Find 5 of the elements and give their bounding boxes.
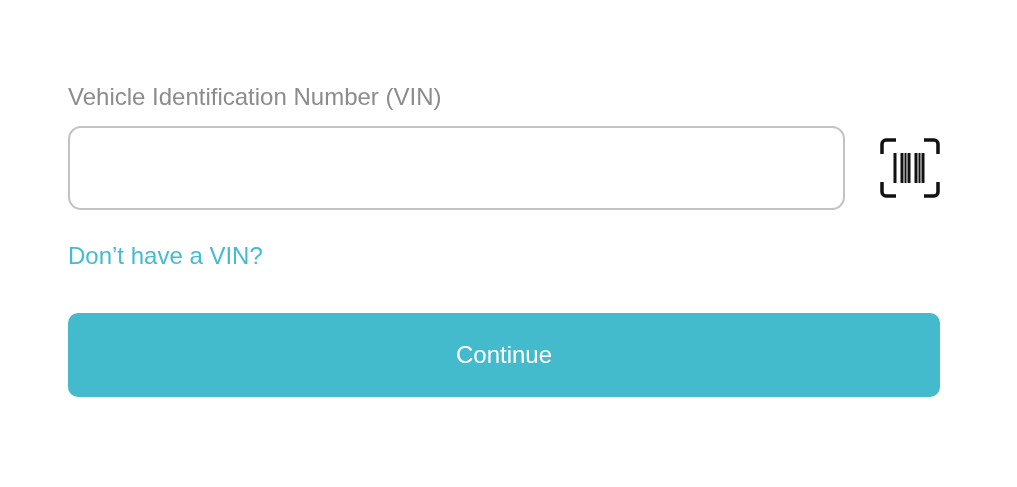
barcode-icon[interactable] <box>880 138 940 198</box>
field-label: Vehicle Identification Number (VIN) <box>68 82 443 112</box>
vin-input-field[interactable] <box>68 126 845 210</box>
no-vin-link[interactable]: Don’t have a VIN? <box>68 241 263 271</box>
continue-button[interactable]: Continue <box>68 313 940 397</box>
